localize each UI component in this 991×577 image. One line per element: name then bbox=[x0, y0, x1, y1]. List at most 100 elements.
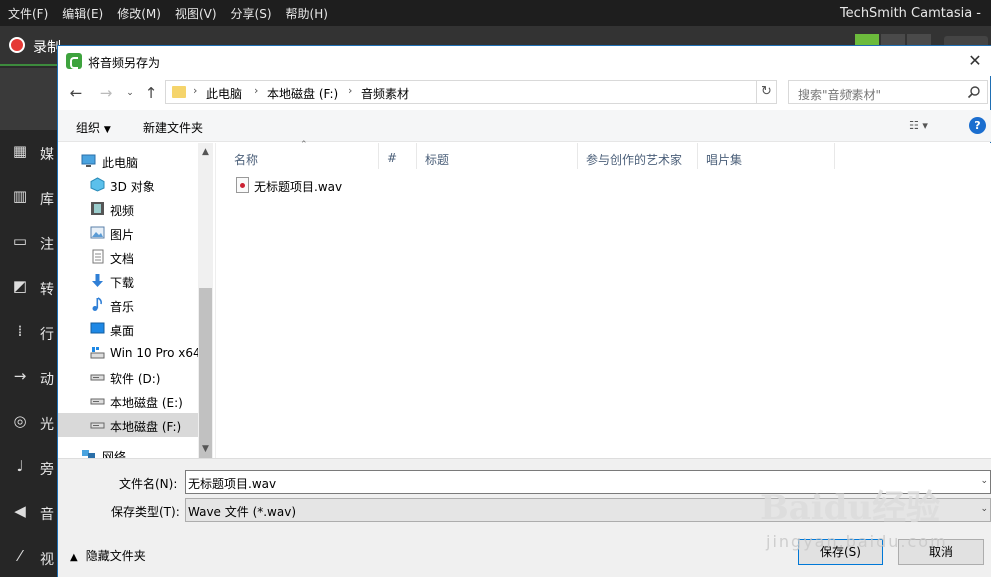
media-icon: ▦ bbox=[12, 142, 28, 160]
scroll-down-icon[interactable]: ▼ bbox=[198, 442, 213, 456]
tree-label: 视频 bbox=[110, 204, 135, 218]
drive-icon bbox=[90, 422, 105, 429]
hide-folders-button[interactable]: ▲ 隐藏文件夹 bbox=[70, 547, 146, 564]
menu-view[interactable]: 视图(V) bbox=[168, 5, 224, 22]
drive-icon bbox=[90, 398, 105, 405]
sidebar-item-visual-effects[interactable]: ⁄ 视 bbox=[0, 535, 57, 577]
organize-button[interactable]: 组织 ▼ bbox=[76, 119, 111, 136]
library-icon: ▥ bbox=[12, 187, 28, 205]
column-name[interactable]: ⌃ 名称 bbox=[216, 140, 379, 169]
menu-edit[interactable]: 编辑(E) bbox=[55, 5, 110, 22]
column-artist[interactable]: 参与创作的艺术家 bbox=[578, 143, 698, 169]
sidebar-item-animations[interactable]: → 动 bbox=[0, 355, 57, 399]
3d-objects-icon bbox=[90, 177, 105, 192]
breadcrumb-separator-icon[interactable]: › bbox=[193, 84, 197, 97]
column-title[interactable]: 标题 bbox=[417, 143, 578, 169]
view-options-icon[interactable]: ☷ ▾ bbox=[909, 119, 939, 133]
breadcrumb-audio-folder[interactable]: 音频素材 bbox=[361, 85, 409, 102]
tree-item-pictures[interactable]: 图片 bbox=[58, 221, 208, 245]
tree-label: 此电脑 bbox=[102, 156, 139, 170]
tree-item-drive-c[interactable]: Win 10 Pro x64 bbox=[58, 341, 208, 365]
tree-label: 网络 bbox=[102, 450, 127, 458]
tree-label: 3D 对象 bbox=[110, 180, 155, 194]
save-options-panel: 文件名(N): 无标题项目.wav ⌄ 保存类型(T): Wave 文件 (*.… bbox=[58, 458, 991, 577]
menu-modify[interactable]: 修改(M) bbox=[110, 5, 168, 22]
filename-input[interactable]: 无标题项目.wav ⌄ bbox=[185, 470, 991, 494]
tree-item-3d-objects[interactable]: 3D 对象 bbox=[58, 173, 208, 197]
breadcrumb-this-pc[interactable]: 此电脑 bbox=[206, 85, 242, 102]
column-album[interactable]: 唱片集 bbox=[698, 143, 835, 169]
breadcrumb-separator-icon[interactable]: › bbox=[348, 84, 352, 97]
search-box[interactable]: 搜索"音频素材" bbox=[788, 80, 988, 104]
organize-label: 组织 bbox=[76, 121, 101, 135]
chevron-down-icon[interactable]: ⌄ bbox=[980, 476, 988, 486]
tree-item-drive-e[interactable]: 本地磁盘 (E:) bbox=[58, 389, 208, 413]
visual-effect-icon: ⁄ bbox=[18, 547, 22, 565]
tree-item-this-pc[interactable]: 此电脑 bbox=[58, 149, 208, 173]
sidebar-label: 转 bbox=[40, 282, 54, 298]
menu-file[interactable]: 文件(F) bbox=[0, 5, 55, 22]
record-icon[interactable] bbox=[9, 37, 25, 53]
sidebar-item-transitions[interactable]: ◩ 转 bbox=[0, 265, 57, 309]
tree-item-videos[interactable]: 视频 bbox=[58, 197, 208, 221]
sidebar-item-narration[interactable]: ♩ 旁 bbox=[0, 445, 57, 489]
close-button[interactable]: ✕ bbox=[963, 50, 987, 72]
breadcrumb-drive-f[interactable]: 本地磁盘 (F:) bbox=[267, 85, 338, 102]
navigation-pane: 此电脑 3D 对象 视频 图片 文档 下载 音乐 桌面 Win 10 Pro x… bbox=[58, 143, 213, 458]
search-icon[interactable] bbox=[967, 85, 981, 99]
dialog-titlebar: 将音频另存为 ✕ bbox=[58, 46, 991, 76]
cancel-button[interactable]: 取消 bbox=[898, 539, 984, 565]
annotation-icon: ▭ bbox=[12, 232, 28, 250]
refresh-icon[interactable]: ↻ bbox=[756, 80, 777, 104]
tree-item-drive-d[interactable]: 软件 (D:) bbox=[58, 365, 208, 389]
navigation-scrollbar[interactable]: ▲ ▼ bbox=[198, 143, 213, 458]
tree-label: 文档 bbox=[110, 252, 135, 266]
desktop-icon bbox=[90, 322, 105, 334]
sidebar-label: 库 bbox=[40, 192, 54, 208]
sidebar-item-annotations[interactable]: ▭ 注 bbox=[0, 220, 57, 264]
search-input[interactable]: 搜索"音频素材" bbox=[798, 86, 881, 103]
filetype-label: 保存类型(T): bbox=[111, 505, 180, 519]
save-button[interactable]: 保存(S) bbox=[798, 539, 883, 565]
up-arrow-icon[interactable]: ↑ bbox=[141, 83, 161, 103]
tree-label: 下载 bbox=[110, 276, 135, 290]
app-panel-band bbox=[0, 68, 57, 130]
breadcrumb-separator-icon[interactable]: › bbox=[254, 84, 258, 97]
sidebar-item-cursor-effects[interactable]: ◎ 光 bbox=[0, 400, 57, 444]
sidebar-label: 光 bbox=[40, 417, 54, 433]
tree-item-downloads[interactable]: 下载 bbox=[58, 269, 208, 293]
menu-share[interactable]: 分享(S) bbox=[224, 5, 279, 22]
folder-icon bbox=[172, 86, 186, 98]
recent-locations-chevron-icon[interactable]: ⌄ bbox=[120, 83, 140, 103]
forward-arrow-icon[interactable]: → bbox=[96, 83, 116, 103]
animation-icon: → bbox=[13, 367, 27, 385]
tree-item-network[interactable]: 网络 bbox=[58, 443, 208, 458]
camtasia-logo-icon bbox=[66, 53, 82, 69]
tree-item-drive-f[interactable]: 本地磁盘 (F:) bbox=[58, 413, 208, 437]
sidebar-item-library[interactable]: ▥ 库 bbox=[0, 175, 57, 219]
chevron-down-icon[interactable]: ⌄ bbox=[980, 504, 988, 514]
sidebar-item-media[interactable]: ▦ 媒 bbox=[0, 130, 57, 174]
filetype-select[interactable]: Wave 文件 (*.wav) ⌄ bbox=[185, 498, 991, 522]
new-folder-button[interactable]: 新建文件夹 bbox=[143, 119, 203, 136]
help-icon[interactable]: ? bbox=[969, 117, 986, 134]
command-bar: 组织 ▼ 新建文件夹 ☷ ▾ ? bbox=[58, 110, 991, 142]
tree-item-documents[interactable]: 文档 bbox=[58, 245, 208, 269]
save-audio-dialog: 将音频另存为 ✕ ← → ⌄ ↑ › 此电脑 › 本地磁盘 (F:) › 音频素… bbox=[57, 45, 991, 577]
menu-help[interactable]: 帮助(H) bbox=[279, 5, 335, 22]
scroll-up-icon[interactable]: ▲ bbox=[198, 145, 213, 159]
drive-icon bbox=[90, 374, 105, 381]
back-arrow-icon[interactable]: ← bbox=[66, 83, 86, 103]
tools-sidebar: ▦ 媒 ▥ 库 ▭ 注 ◩ 转 ⁞ 行 → 动 ◎ 光 ♩ 旁 ◀ 音 ⁄ 视 bbox=[0, 130, 57, 577]
sidebar-label: 音 bbox=[40, 507, 54, 523]
tree-item-music[interactable]: 音乐 bbox=[58, 293, 208, 317]
sidebar-label: 视 bbox=[40, 552, 54, 568]
tree-item-desktop[interactable]: 桌面 bbox=[58, 317, 208, 341]
column-number[interactable]: # bbox=[379, 143, 417, 169]
scrollbar-thumb[interactable] bbox=[199, 288, 212, 458]
address-bar[interactable]: › 此电脑 › 本地磁盘 (F:) › 音频素材 ⌄ bbox=[165, 80, 854, 104]
pc-icon bbox=[81, 154, 96, 167]
sidebar-item-behaviors[interactable]: ⁞ 行 bbox=[0, 310, 57, 354]
sidebar-item-audio-effects[interactable]: ◀ 音 bbox=[0, 490, 57, 534]
sort-ascending-icon: ⌃ bbox=[300, 140, 308, 150]
